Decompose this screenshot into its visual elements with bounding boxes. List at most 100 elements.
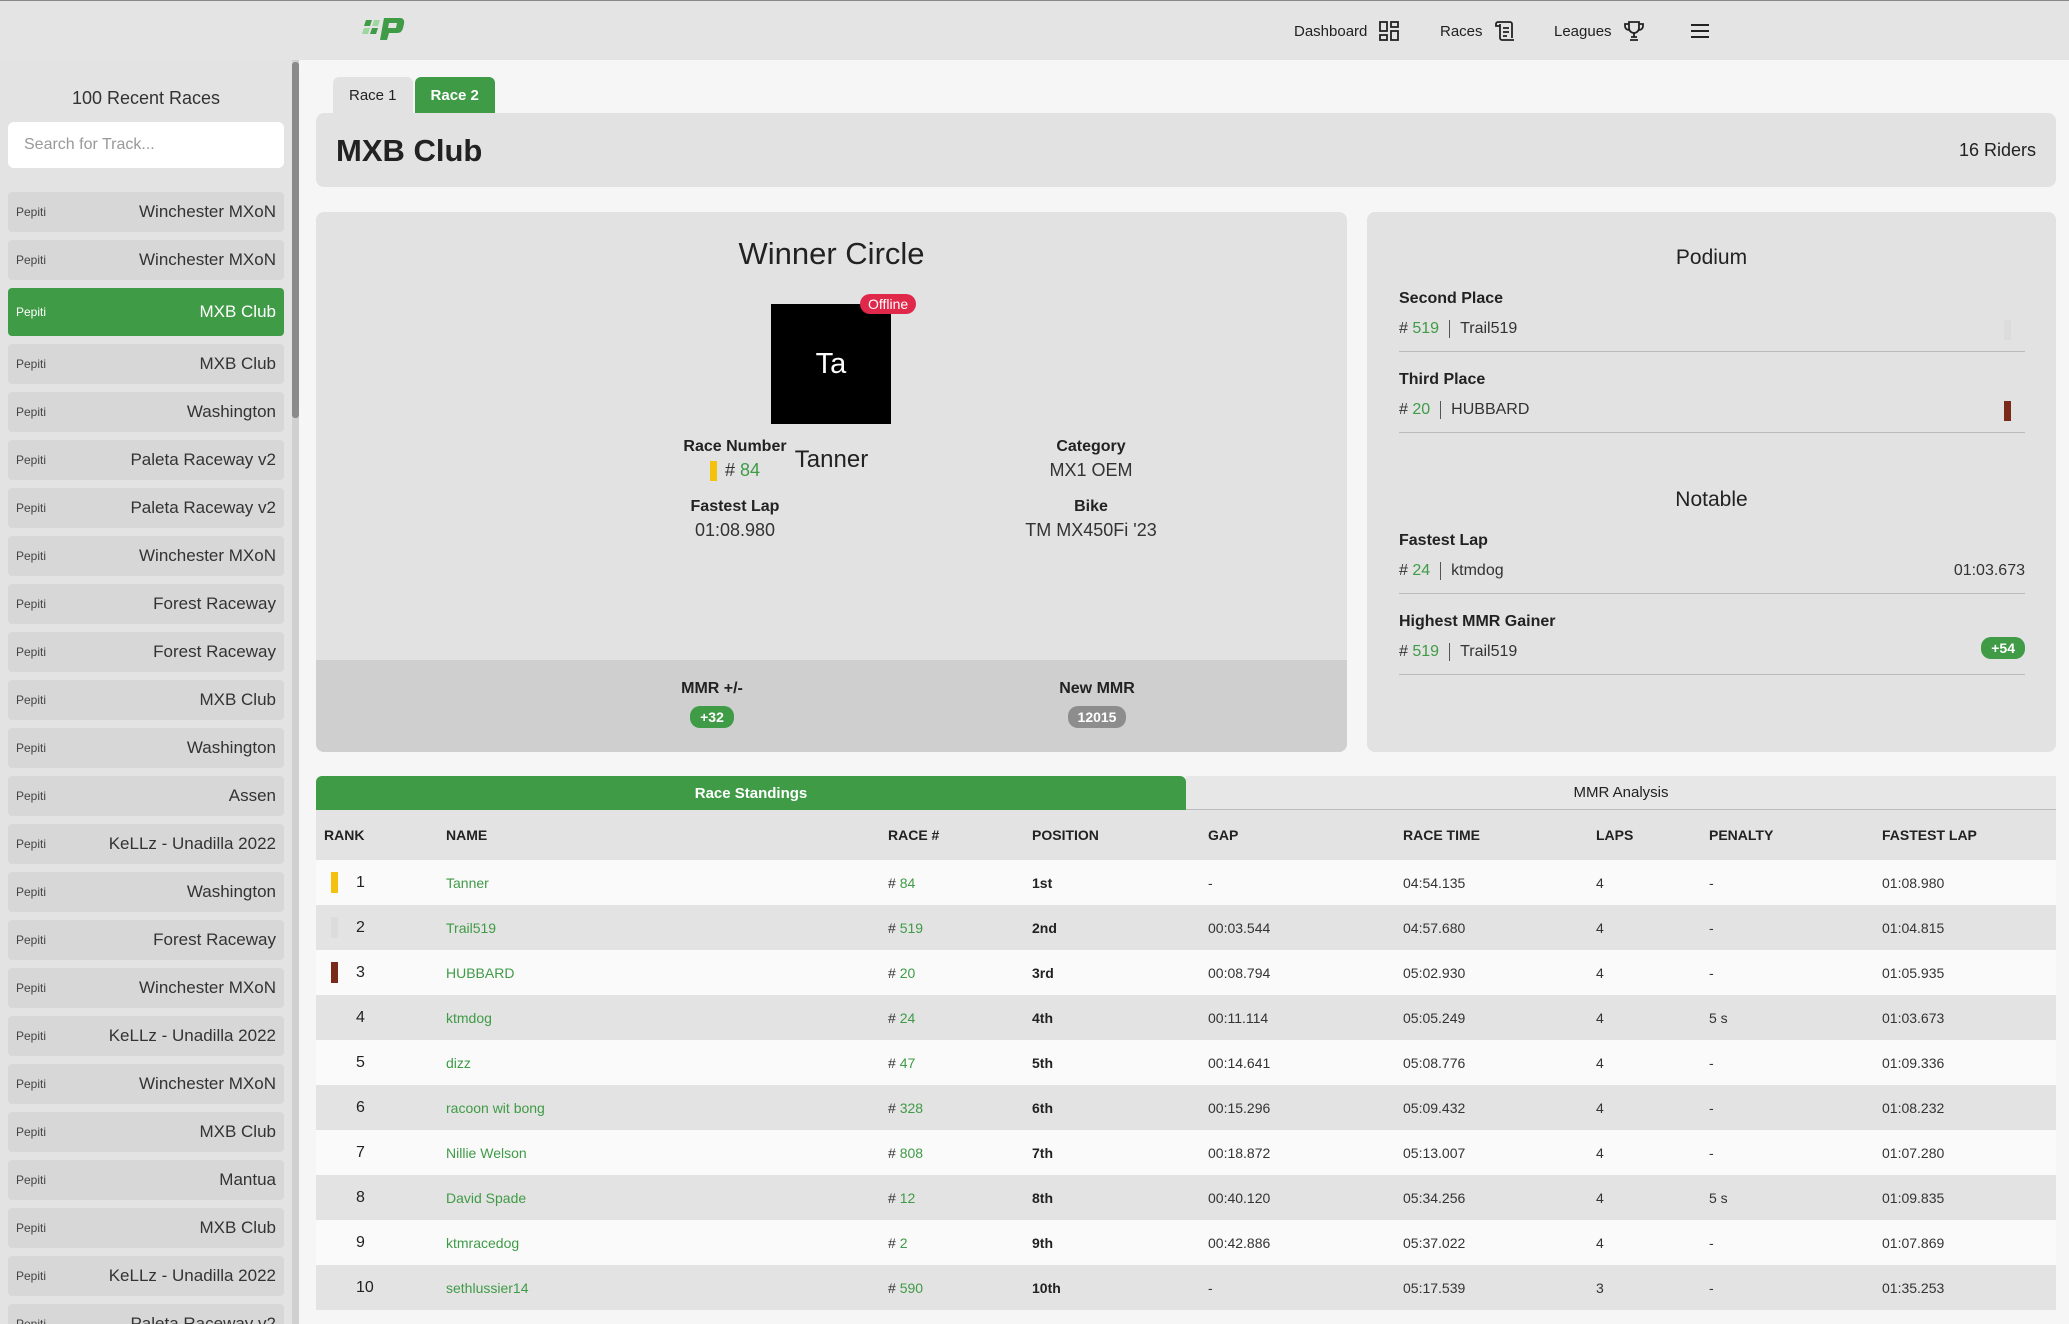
sidebar-race-item[interactable]: Pepiti Washington <box>8 392 284 432</box>
rider-name-link[interactable]: dizz <box>446 1040 471 1085</box>
tab-race-1[interactable]: Race 1 <box>333 77 413 113</box>
rank-cell: 9 <box>356 1233 365 1251</box>
sidebar-race-item[interactable]: Pepiti Winchester MXoN <box>8 536 284 576</box>
column-header[interactable]: POSITION <box>1032 810 1099 860</box>
sidebar-race-item[interactable]: Pepiti Mantua <box>8 1160 284 1200</box>
sidebar-race-item[interactable]: Pepiti MXB Club <box>8 1112 284 1152</box>
sidebar-race-item[interactable]: Pepiti Forest Raceway <box>8 584 284 624</box>
race-track-label: Winchester MXoN <box>139 978 276 997</box>
sidebar-race-item[interactable]: Pepiti Washington <box>8 728 284 768</box>
sidebar-race-item[interactable]: Pepiti KeLLz - Unadilla 2022 <box>8 1016 284 1056</box>
column-header[interactable]: LAPS <box>1596 810 1633 860</box>
sidebar-race-item[interactable]: Pepiti Paleta Raceway v2 <box>8 1304 284 1324</box>
position-cell: 7th <box>1032 1144 1053 1161</box>
gap-cell: 00:03.544 <box>1208 919 1271 936</box>
penalty-cell: - <box>1709 919 1714 936</box>
sidebar-race-item[interactable]: Pepiti Winchester MXoN <box>8 968 284 1008</box>
race-track-label: Paleta Raceway v2 <box>130 498 276 517</box>
sidebar-race-item[interactable]: Pepiti MXB Club <box>8 1208 284 1248</box>
race-number-value: 12 <box>899 1189 916 1206</box>
race-org-label: Pepiti <box>16 885 47 899</box>
race-org-label: Pepiti <box>16 1125 47 1139</box>
podium-title: Podium <box>1675 246 1748 269</box>
column-header[interactable]: RANK <box>324 810 364 860</box>
notable-fastest-lap-label: Fastest Lap <box>1399 532 1488 549</box>
laps-cell: 4 <box>1596 919 1604 936</box>
fastest-lap-cell: 01:03.673 <box>1882 1009 1945 1026</box>
race-org-label: Pepiti <box>16 205 47 219</box>
race-time-cell: 05:02.930 <box>1403 964 1466 981</box>
column-header[interactable]: GAP <box>1208 810 1238 860</box>
rider-name-link[interactable]: racoon wit bong <box>446 1085 545 1130</box>
rider-name-link[interactable]: Trail519 <box>446 905 496 950</box>
race-number-value: 2 <box>899 1234 908 1251</box>
sidebar-race-item[interactable]: Pepiti Forest Raceway <box>8 920 284 960</box>
sidebar-race-item[interactable]: Pepiti Paleta Raceway v2 <box>8 488 284 528</box>
sidebar-race-item[interactable]: Pepiti KeLLz - Unadilla 2022 <box>8 1256 284 1296</box>
menu-button[interactable] <box>1688 1 1712 61</box>
sidebar-race-item[interactable]: Pepiti MXB Club <box>8 344 284 384</box>
table-row[interactable]: 7 Nillie Welson # 808 7th 00:18.872 05:13.007… <box>316 1130 2056 1175</box>
race-org-label: Pepiti <box>16 1317 47 1324</box>
penalty-cell: - <box>1709 964 1714 981</box>
hash-symbol: # <box>888 964 896 981</box>
sidebar-race-item[interactable]: Pepiti Paleta Raceway v2 <box>8 440 284 480</box>
race-number-value: 808 <box>899 1144 924 1161</box>
column-header[interactable]: PENALTY <box>1709 810 1773 860</box>
nav-dashboard[interactable]: Dashboard <box>1294 1 1401 61</box>
laps-cell: 4 <box>1596 1189 1604 1206</box>
app-logo-icon[interactable] <box>362 14 406 44</box>
race-number-cell: # 808 <box>888 1130 923 1175</box>
table-row[interactable]: 9 ktmracedog # 2 9th 00:42.886 05:37.022 4 - 01:… <box>316 1220 2056 1265</box>
sidebar-race-item[interactable]: Pepiti Winchester MXoN <box>8 240 284 280</box>
table-row[interactable]: 10 sethlussier14 # 590 10th - 05:17.539 3 - 01:3… <box>316 1265 2056 1310</box>
sidebar-scroll-thumb[interactable] <box>292 62 299 418</box>
sidebar-race-item[interactable]: Pepiti Forest Raceway <box>8 632 284 672</box>
column-header[interactable]: NAME <box>446 810 487 860</box>
rider-name-link[interactable]: Nillie Welson <box>446 1130 527 1175</box>
hash-symbol: # <box>888 919 896 936</box>
position-cell: 8th <box>1032 1189 1053 1206</box>
avatar: Ta <box>771 304 891 424</box>
sidebar-race-item[interactable]: Pepiti Assen <box>8 776 284 816</box>
sidebar-race-item[interactable]: Pepiti MXB Club <box>8 288 284 336</box>
race-track-label: Winchester MXoN <box>139 1074 276 1093</box>
column-header[interactable]: RACE TIME <box>1403 810 1480 860</box>
column-header[interactable]: FASTEST LAP <box>1882 810 1977 860</box>
table-row[interactable]: 1 Tanner # 84 1st - 04:54.135 4 - 01:08.980 <box>316 860 2056 905</box>
rider-name-link[interactable]: sethlussier14 <box>446 1265 529 1310</box>
sidebar-race-item[interactable]: Pepiti Winchester MXoN <box>8 192 284 232</box>
race-track-label: MXB Club <box>199 690 276 709</box>
rider-name-link[interactable]: HUBBARD <box>446 950 514 995</box>
sidebar-race-item[interactable]: Pepiti Washington <box>8 872 284 912</box>
rider-name-link[interactable]: Tanner <box>446 860 489 905</box>
mmr-change-stat: MMR +/- +32 <box>582 680 842 728</box>
rider-name-link[interactable]: ktmracedog <box>446 1220 519 1265</box>
nav-leagues[interactable]: Leagues <box>1554 1 1646 61</box>
mmr-strip: MMR +/- +32 New MMR 12015 <box>316 660 1347 752</box>
tab-race-standings[interactable]: Race Standings <box>316 776 1186 810</box>
second-place-entry: Second Place # 519 Trail519 <box>1399 290 2025 352</box>
table-row[interactable]: 6 racoon wit bong # 328 6th 00:15.296 05:09.4… <box>316 1085 2056 1130</box>
laps-cell: 4 <box>1596 874 1604 891</box>
hash-symbol: # <box>1399 562 1408 579</box>
nav-races[interactable]: Races <box>1440 1 1517 61</box>
sidebar-race-item[interactable]: Pepiti MXB Club <box>8 680 284 720</box>
table-row[interactable]: 5 dizz # 47 5th 00:14.641 05:08.776 4 - 01:09.33… <box>316 1040 2056 1085</box>
mmr-gainer-line: # 519 Trail519 <box>1399 643 1517 661</box>
table-row[interactable]: 2 Trail519 # 519 2nd 00:03.544 04:57.680 4 - 01:… <box>316 905 2056 950</box>
tab-race-2[interactable]: Race 2 <box>414 77 495 113</box>
track-search-input[interactable] <box>8 122 284 168</box>
gold-marker <box>709 460 717 481</box>
sidebar-race-item[interactable]: Pepiti KeLLz - Unadilla 2022 <box>8 824 284 864</box>
hash-symbol: # <box>888 1279 896 1296</box>
table-row[interactable]: 3 HUBBARD # 20 3rd 00:08.794 05:02.930 4 - 01:05… <box>316 950 2056 995</box>
table-row[interactable]: 8 David Spade # 12 8th 00:40.120 05:34.256 4 5 … <box>316 1175 2056 1220</box>
column-header[interactable]: RACE # <box>888 810 939 860</box>
table-row[interactable]: 4 ktmdog # 24 4th 00:11.114 05:05.249 4 5 s 01:0… <box>316 995 2056 1040</box>
rider-name-link[interactable]: David Spade <box>446 1175 526 1220</box>
tab-mmr-analysis[interactable]: MMR Analysis <box>1186 776 2056 810</box>
hash-symbol: # <box>888 1144 896 1161</box>
sidebar-race-item[interactable]: Pepiti Winchester MXoN <box>8 1064 284 1104</box>
rider-name-link[interactable]: ktmdog <box>446 995 492 1040</box>
